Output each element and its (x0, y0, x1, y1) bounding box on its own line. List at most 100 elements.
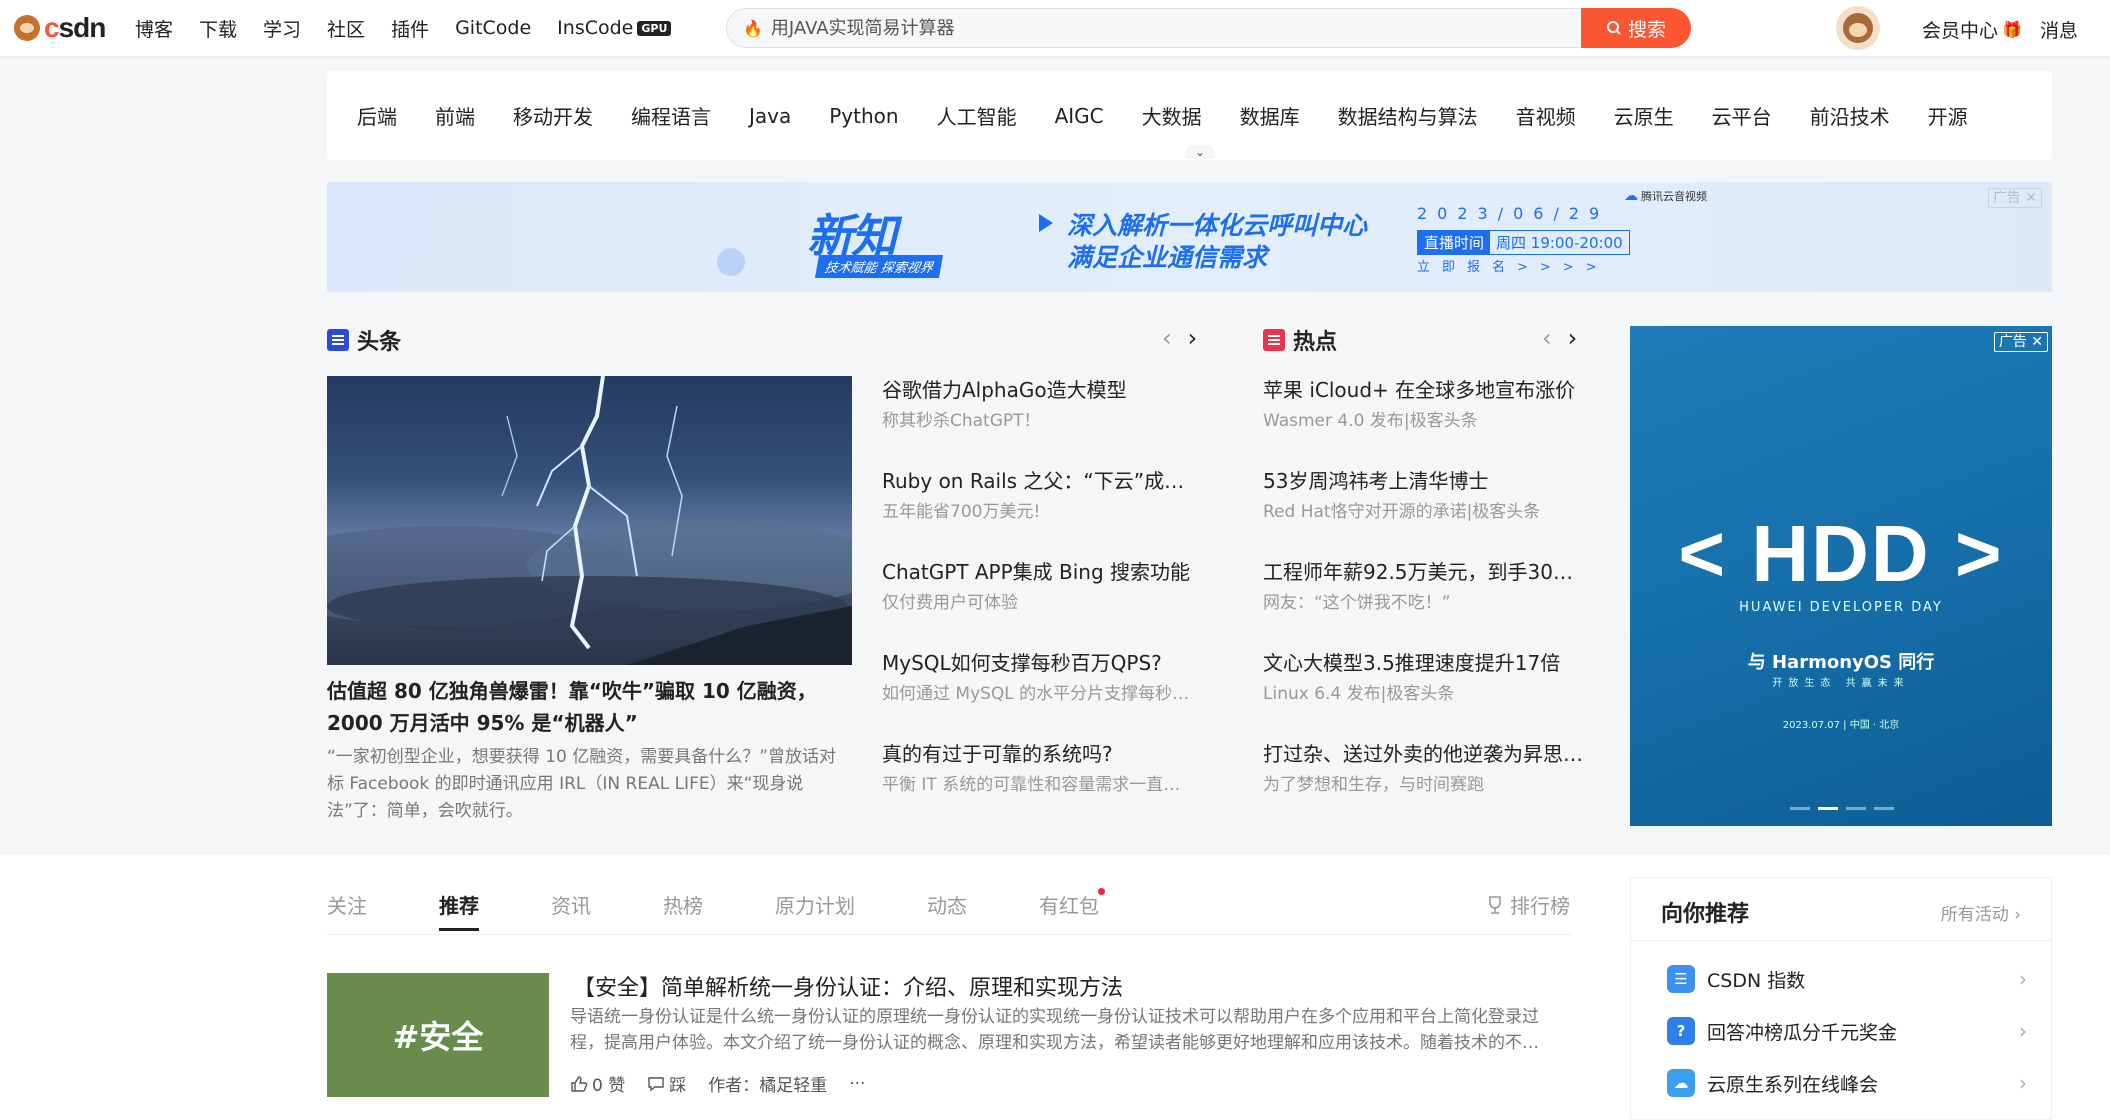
category-item[interactable]: 云原生 (1614, 101, 1674, 130)
category-item[interactable]: 数据库 (1240, 101, 1300, 130)
headlines-item-title[interactable]: 真的有过于可靠的系统吗? (882, 740, 1202, 768)
article-meta: 0 赞 踩 作者：橘足轻重 ··· (570, 1071, 865, 1096)
hdd-sub: HUAWEI DEVELOPER DAY (1739, 600, 1943, 615)
question-icon: ? (1667, 1017, 1695, 1045)
feed-tab[interactable]: 动态 (927, 890, 967, 919)
category-item[interactable]: 大数据 (1142, 101, 1202, 130)
nav-community[interactable]: 社区 (327, 15, 365, 42)
side-ad-close-tag[interactable]: 广告 ✕ (1993, 332, 2048, 352)
top-nav: 博客 下载 学习 社区 插件 GitCode InsCode GPU (135, 0, 672, 56)
nav-gitcode[interactable]: GitCode (455, 17, 531, 39)
carousel-dot[interactable] (1790, 807, 1810, 810)
category-item[interactable]: 开源 (1928, 101, 1968, 130)
recommend-item[interactable]: ☁ 云原生系列在线峰会 › (1667, 1069, 2027, 1097)
gpu-badge: GPU (637, 21, 672, 36)
category-item[interactable]: 云平台 (1712, 101, 1772, 130)
category-item[interactable]: 音视频 (1516, 101, 1576, 130)
banner-ad[interactable]: 新知 技术赋能 探索视界 深入解析一体化云呼叫中心 满足企业通信需求 2023/… (327, 182, 2052, 292)
hot-item[interactable]: 工程师年薪92.5万美元，到手30… 网友：“这个饼我不吃！” (1263, 558, 1583, 616)
hot-title-label: 热点 (1293, 330, 1338, 355)
hero-title[interactable]: 估值超 80 亿独角兽爆雷！靠“吹牛”骗取 10 亿融资，2000 万月活中 9… (327, 675, 852, 739)
all-activities-link[interactable]: 所有活动 › (1941, 900, 2021, 925)
headlines-item-title[interactable]: MySQL如何支撑每秒百万QPS? (882, 649, 1202, 677)
ad-close-tag[interactable]: 广告 ✕ (1987, 188, 2042, 208)
recommend-item[interactable]: ☰ CSDN 指数 › (1667, 965, 2027, 993)
side-ad-huawei[interactable]: 广告 ✕ < HDD > HUAWEI DEVELOPER DAY 与 Harm… (1630, 326, 2052, 826)
next-arrow-icon[interactable]: › (1568, 324, 1578, 352)
hot-item-title[interactable]: 工程师年薪92.5万美元，到手30… (1263, 558, 1583, 586)
rank-link[interactable]: 排行榜 (1486, 890, 1570, 919)
flame-icon: 🔥 (743, 18, 763, 38)
next-arrow-icon[interactable]: › (1188, 324, 1198, 352)
vip-label: 会员中心 (1922, 20, 1999, 42)
nav-blog[interactable]: 博客 (135, 15, 173, 42)
category-item[interactable]: 前沿技术 (1810, 101, 1890, 130)
hot-item-title[interactable]: 53岁周鸿祎考上清华博士 (1263, 467, 1583, 495)
carousel-dot[interactable] (1846, 807, 1866, 810)
more-icon[interactable]: ··· (849, 1074, 865, 1094)
headlines-item[interactable]: MySQL如何支撑每秒百万QPS? 如何通过 MySQL 的水平分片支撑每秒… (882, 649, 1202, 707)
headlines-item-subtitle: 平衡 IT 系统的可靠性和容量需求一直… (882, 775, 1181, 795)
messages-link[interactable]: 消息 (2040, 16, 2078, 43)
category-item[interactable]: 人工智能 (937, 101, 1017, 130)
gift-icon: 🎁 (2002, 20, 2022, 39)
recommend-item-label: 回答冲榜瓜分千元奖金 (1707, 1021, 1898, 1044)
article-author[interactable]: 作者：橘足轻重 (708, 1071, 827, 1096)
recommend-item[interactable]: ? 回答冲榜瓜分千元奖金 › (1667, 1017, 2027, 1045)
banner-time-label: 直播时间 (1418, 231, 1491, 254)
category-item[interactable]: 后端 (357, 101, 397, 130)
hot-item[interactable]: 苹果 iCloud+ 在全球多地宣布涨价 Wasmer 4.0 发布|极客头条 (1263, 376, 1583, 434)
hot-item[interactable]: 53岁周鸿祎考上清华博士 Red Hat恪守对开源的承诺|极客头条 (1263, 467, 1583, 525)
carousel-dot-active[interactable] (1818, 807, 1838, 810)
headlines-item[interactable]: 谷歌借力AlphaGo造大模型称其秒杀ChatGPT！ (882, 376, 1202, 434)
search-input[interactable] (762, 9, 1689, 47)
dislike-button[interactable]: 踩 (647, 1071, 686, 1096)
headlines-item-subtitle: 如何通过 MySQL 的水平分片支撑每秒… (882, 684, 1190, 704)
feed-tab[interactable]: 推荐 (439, 890, 479, 931)
hot-item[interactable]: 文心大模型3.5推理速度提升17倍 Linux 6.4 发布|极客头条 (1263, 649, 1583, 707)
nav-download[interactable]: 下载 (199, 15, 237, 42)
feed-tab[interactable]: 资讯 (551, 890, 591, 919)
headlines-item[interactable]: Ruby on Rails 之父：“下云”成功… 五年能省700万美元! (882, 467, 1202, 525)
headlines-item[interactable]: 真的有过于可靠的系统吗? 平衡 IT 系统的可靠性和容量需求一直… (882, 740, 1202, 798)
feed-tab[interactable]: 热榜 (663, 890, 703, 919)
hot-item-title[interactable]: 苹果 iCloud+ 在全球多地宣布涨价 (1263, 376, 1583, 404)
brand-text-c: c (44, 12, 60, 43)
category-item[interactable]: 数据结构与算法 (1338, 101, 1478, 130)
category-item[interactable]: 前端 (435, 101, 475, 130)
hot-item-title[interactable]: 文心大模型3.5推理速度提升17倍 (1263, 649, 1583, 677)
csdn-logo[interactable]: csdn (14, 12, 106, 44)
article-title[interactable]: 【安全】简单解析统一身份认证：介绍、原理和实现方法 (573, 970, 1123, 1002)
avatar[interactable] (1836, 6, 1880, 50)
hot-item-title[interactable]: 打过杂、送过外卖的他逆袭为昇思… (1263, 740, 1583, 768)
vip-center-link[interactable]: 会员中心 🎁 (1922, 16, 2022, 43)
category-item[interactable]: AIGC (1055, 104, 1104, 128)
feed-tab[interactable]: 有红包 (1039, 888, 1105, 919)
like-button[interactable]: 0 赞 (570, 1071, 625, 1096)
hot-item[interactable]: 打过杂、送过外卖的他逆袭为昇思… 为了梦想和生存，与时间赛跑 (1263, 740, 1583, 798)
prev-arrow-icon[interactable]: ‹ (1162, 324, 1172, 352)
headlines-item-subtitle: 称其秒杀ChatGPT！ (882, 411, 1041, 431)
category-item[interactable]: Python (829, 104, 898, 128)
headlines-icon (327, 329, 349, 351)
headlines-item[interactable]: ChatGPT APP集成 Bing 搜索功能 仅付费用户可体验 (882, 558, 1202, 616)
headlines-item-title[interactable]: Ruby on Rails 之父：“下云”成功… (882, 467, 1202, 495)
feed-tab[interactable]: 关注 (327, 890, 367, 919)
search-button[interactable]: 搜索 (1581, 8, 1691, 48)
headlines-item-title[interactable]: ChatGPT APP集成 Bing 搜索功能 (882, 558, 1202, 586)
chevron-down-icon[interactable]: ⌄ (1185, 145, 1215, 159)
article-thumbnail[interactable]: #安全 (327, 973, 549, 1097)
feed-tab[interactable]: 原力计划 (775, 890, 855, 919)
category-item[interactable]: Java (749, 104, 791, 128)
category-item[interactable]: 移动开发 (513, 101, 593, 130)
hero-image-lightning[interactable] (327, 376, 852, 665)
nav-learn[interactable]: 学习 (263, 15, 301, 42)
nav-inscode[interactable]: InsCode GPU (557, 17, 672, 39)
banner-register[interactable]: 立即报名>>>> (1417, 256, 1609, 275)
hot-item-subtitle: 网友：“这个饼我不吃！” (1263, 593, 1451, 613)
headlines-item-title[interactable]: 谷歌借力AlphaGo造大模型 (882, 376, 1202, 404)
category-item[interactable]: 编程语言 (631, 101, 711, 130)
nav-plugin[interactable]: 插件 (391, 15, 429, 42)
carousel-dot[interactable] (1874, 807, 1894, 810)
prev-arrow-icon[interactable]: ‹ (1542, 324, 1552, 352)
